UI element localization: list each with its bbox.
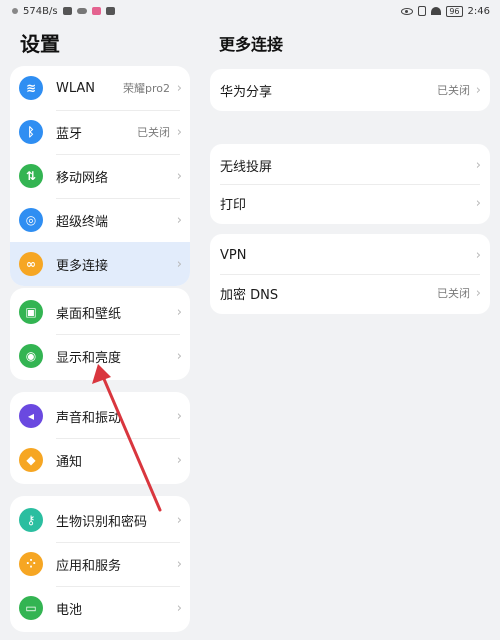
connection-item-value: 已关闭 <box>437 84 470 97</box>
settings-item[interactable]: ⇅ 移动网络 › <box>10 154 190 198</box>
settings-item[interactable]: ◆ 通知 › <box>10 438 190 482</box>
wifi-status-icon <box>431 7 442 15</box>
settings-group: ▣ 桌面和壁纸 › ◉ 显示和亮度 › <box>10 288 190 380</box>
battery-indicator: 96 <box>446 5 463 17</box>
cloud-notification-icon <box>76 8 87 14</box>
eye-comfort-icon <box>401 7 414 15</box>
settings-item-label: 更多连接 <box>56 258 109 274</box>
settings-item-label: 生物识别和密码 <box>56 514 148 530</box>
chevron-right-icon: › <box>176 256 182 272</box>
network-speed: 574B/s <box>23 5 58 17</box>
connection-item[interactable]: 加密 DNS 已关闭 › <box>210 274 490 312</box>
settings-item-label: 显示和亮度 <box>56 350 122 366</box>
detail-panel: 更多连接 华为分享 已关闭 › 无线投屏 › 打印 › VPN › 加密 DNS 已关闭 › <box>200 22 500 640</box>
chevron-right-icon: › <box>475 157 481 173</box>
connection-item[interactable]: 打印 › <box>210 184 490 222</box>
chevron-right-icon: › <box>176 304 182 320</box>
super-device-icon: ◎ <box>19 208 43 232</box>
settings-item-label: 应用和服务 <box>56 558 122 574</box>
battery-icon: ▭ <box>19 596 43 620</box>
page-title: 设置 <box>20 32 60 56</box>
bluetooth-icon: ᛒ <box>19 120 43 144</box>
app-notification-icon <box>91 7 101 15</box>
settings-item-label: 超级终端 <box>56 214 109 230</box>
settings-item[interactable]: ⚷ 生物识别和密码 › <box>10 498 190 542</box>
mobile-data-icon: ⇅ <box>19 164 43 188</box>
chevron-right-icon: › <box>176 212 182 228</box>
key-icon: ⚷ <box>19 508 43 532</box>
chevron-right-icon: › <box>475 247 481 263</box>
connection-group: 华为分享 已关闭 › <box>210 69 490 111</box>
settings-group: ◂ 声音和振动 › ◆ 通知 › <box>10 392 190 484</box>
settings-item-label: 蓝牙 <box>56 126 83 142</box>
chevron-right-icon: › <box>176 348 182 364</box>
settings-item[interactable]: ▭ 电池 › <box>10 586 190 630</box>
settings-item[interactable]: ⁘ 应用和服务 › <box>10 542 190 586</box>
connection-item-label: 打印 <box>220 197 247 213</box>
chevron-right-icon: › <box>176 124 182 140</box>
chevron-right-icon: › <box>475 195 481 211</box>
connection-item-label: VPN <box>220 247 247 263</box>
status-left: 574B/s <box>12 6 115 17</box>
settings-item-label: WLAN <box>56 80 96 96</box>
chevron-right-icon: › <box>176 556 182 572</box>
wallpaper-icon: ▣ <box>19 300 43 324</box>
settings-item[interactable]: ◂ 声音和振动 › <box>10 394 190 438</box>
settings-item[interactable]: ▣ 桌面和壁纸 › <box>10 290 190 334</box>
chevron-right-icon: › <box>176 452 182 468</box>
section-title: 更多连接 <box>219 35 284 54</box>
connection-item[interactable]: 无线投屏 › <box>210 146 490 184</box>
vibrate-icon <box>418 6 427 16</box>
wifi-icon: ≋ <box>19 76 43 100</box>
connection-item-value: 已关闭 <box>437 287 470 300</box>
sim-notification-icon <box>105 7 115 15</box>
settings-item[interactable]: ≋ WLAN 荣耀pro2 › <box>10 66 190 110</box>
settings-item-label: 桌面和壁纸 <box>56 306 122 322</box>
connection-item-label: 加密 DNS <box>220 287 279 303</box>
settings-item-label: 声音和振动 <box>56 410 122 426</box>
settings-panel: 设置 ≋ WLAN 荣耀pro2 › ᛒ 蓝牙 已关闭 › ⇅ 移动网络 › ◎ 超级终端 › ∞ 更多连接 ›… <box>0 22 200 640</box>
settings-item[interactable]: ᛒ 蓝牙 已关闭 › <box>10 110 190 154</box>
chevron-right-icon: › <box>176 408 182 424</box>
settings-item-label: 通知 <box>56 454 83 470</box>
connection-item-label: 无线投屏 <box>220 159 273 175</box>
connection-group: 无线投屏 › 打印 › <box>210 144 490 224</box>
chevron-right-icon: › <box>176 168 182 184</box>
status-bar: 574B/s 96 2:46 <box>0 0 500 22</box>
link-icon: ∞ <box>19 252 43 276</box>
settings-item-value: 已关闭 <box>137 126 170 139</box>
apps-icon: ⁘ <box>19 552 43 576</box>
connection-item[interactable]: VPN › <box>210 236 490 274</box>
chevron-right-icon: › <box>475 285 481 301</box>
eye-icon: ◉ <box>19 344 43 368</box>
settings-item[interactable]: ∞ 更多连接 › <box>10 242 190 286</box>
settings-item-label: 移动网络 <box>56 170 109 186</box>
settings-item-value: 荣耀pro2 <box>123 82 170 95</box>
gallery-notification-icon <box>62 7 72 15</box>
settings-group: ≋ WLAN 荣耀pro2 › ᛒ 蓝牙 已关闭 › ⇅ 移动网络 › ◎ 超级终端 › ∞ 更多连接 › <box>10 66 190 286</box>
connection-group: VPN › 加密 DNS 已关闭 › <box>210 234 490 314</box>
settings-group: ⚷ 生物识别和密码 › ⁘ 应用和服务 › ▭ 电池 › <box>10 496 190 632</box>
connection-item[interactable]: 华为分享 已关闭 › <box>210 71 490 109</box>
bell-icon: ◆ <box>19 448 43 472</box>
status-right: 96 2:46 <box>401 5 490 17</box>
settings-item[interactable]: ◉ 显示和亮度 › <box>10 334 190 378</box>
sound-icon: ◂ <box>19 404 43 428</box>
chevron-right-icon: › <box>176 600 182 616</box>
settings-item-label: 电池 <box>56 602 83 618</box>
chevron-right-icon: › <box>176 80 182 96</box>
clock: 2:46 <box>467 5 490 17</box>
chevron-right-icon: › <box>475 82 481 98</box>
data-indicator-icon <box>12 8 18 14</box>
chevron-right-icon: › <box>176 512 182 528</box>
connection-item-label: 华为分享 <box>220 84 273 100</box>
settings-item[interactable]: ◎ 超级终端 › <box>10 198 190 242</box>
